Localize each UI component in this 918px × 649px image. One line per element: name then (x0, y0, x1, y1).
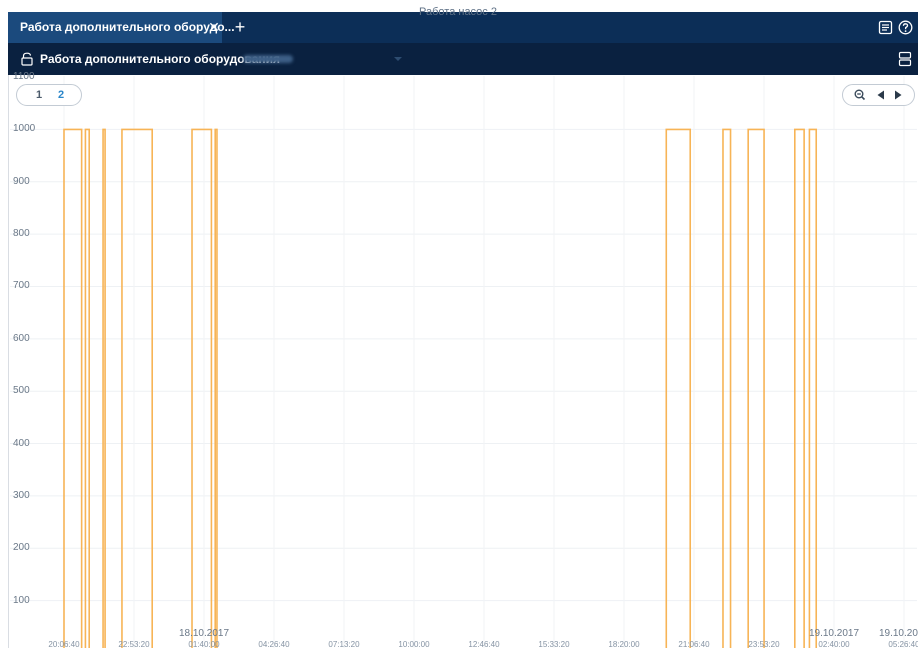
y-tick-label: 700 (13, 280, 30, 292)
chart-plot (10, 76, 917, 648)
chart-pager: 1 2 (16, 84, 82, 106)
x-date-label: 19.10.2017 (878, 628, 918, 639)
next-arrow-icon[interactable] (892, 85, 904, 105)
x-date-label: 18.10.2017 (178, 628, 230, 639)
zoom-out-icon[interactable] (853, 85, 867, 105)
y-tick-label: 500 (13, 385, 30, 397)
chart-title: Работа насос 2 (419, 6, 497, 18)
prev-arrow-icon[interactable] (875, 85, 887, 105)
y-tick-label: 900 (13, 175, 30, 187)
y-tick-label: 1100 (13, 71, 35, 83)
y-tick-label: 800 (13, 228, 30, 240)
y-tick-label: 600 (13, 332, 30, 344)
x-date-label: 19.10.2017 (808, 628, 860, 639)
y-tick-label: 400 (13, 437, 30, 449)
y-tick-label: 100 (13, 594, 30, 606)
chart-navigation (842, 84, 915, 106)
page-button-1[interactable]: 1 (30, 85, 48, 105)
y-tick-label: 300 (13, 489, 30, 501)
series-line (63, 128, 818, 648)
y-tick-label: 200 (13, 542, 30, 554)
page-button-2[interactable]: 2 (52, 85, 70, 105)
y-tick-label: 1000 (13, 123, 36, 135)
